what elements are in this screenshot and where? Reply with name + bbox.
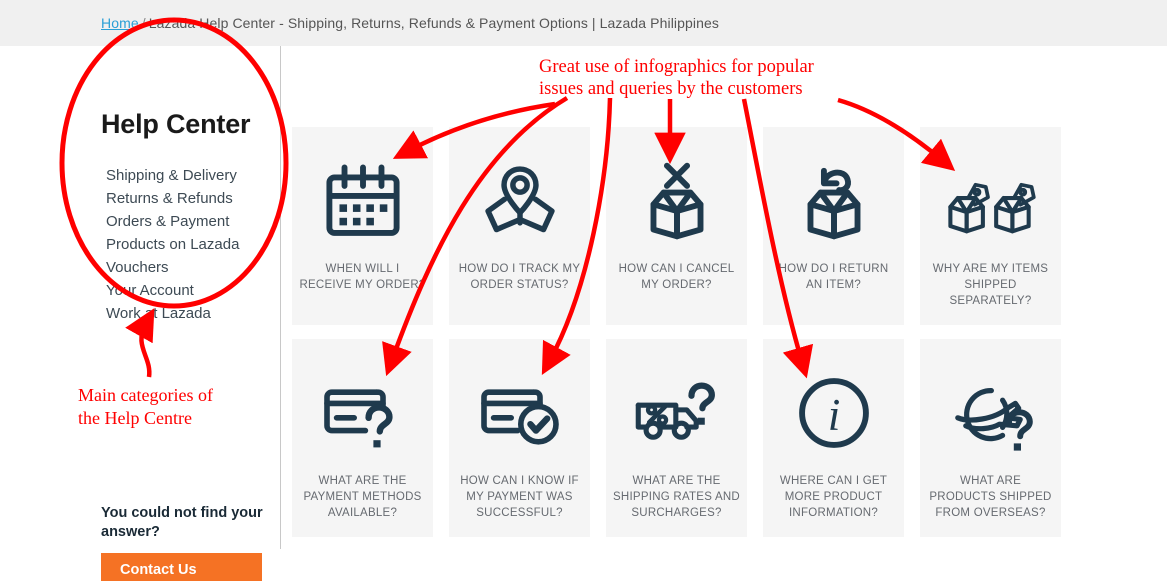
- faq-card-label: WHERE CAN I GET MORE PRODUCT INFORMATION…: [779, 475, 888, 519]
- breadcrumb: Home / Lazada Help Center - Shipping, Retu…: [101, 15, 719, 31]
- box-return-icon: [786, 149, 882, 253]
- card-check-icon: [472, 361, 568, 465]
- faq-card-label: HOW DO I RETURN AN ITEM?: [778, 263, 889, 291]
- faq-card-what-are-products-shipped-from-overseas[interactable]: WHAT ARE PRODUCTS SHIPPED FROM OVERSEAS?: [920, 339, 1061, 537]
- find-answer-heading: You could not find your answer?: [101, 505, 263, 540]
- faq-card-label: HOW CAN I CANCEL MY ORDER?: [618, 263, 735, 291]
- annotation-text-main-categories: Main categories of the Help Centre: [78, 384, 213, 430]
- contact-us-button[interactable]: Contact Us: [101, 553, 262, 581]
- breadcrumb-separator: /: [141, 15, 146, 31]
- sidebar-divider: [280, 46, 281, 549]
- faq-card-label: WHAT ARE PRODUCTS SHIPPED FROM OVERSEAS?: [929, 475, 1052, 519]
- sidebar-item-work-at-lazada[interactable]: Work at Lazada: [106, 302, 286, 325]
- breadcrumb-bar: Home / Lazada Help Center - Shipping, Retu…: [0, 0, 1167, 46]
- breadcrumb-current: Lazada Help Center - Shipping, Returns, …: [148, 15, 719, 31]
- sidebar: Help Center Shipping & Delivery Returns …: [0, 46, 281, 581]
- faq-card-label: WHEN WILL I RECEIVE MY ORDER?: [299, 263, 426, 291]
- two-boxes-tag-icon: [943, 149, 1039, 253]
- faq-card-grid: WHEN WILL I RECEIVE MY ORDER? HOW DO I T…: [292, 127, 1062, 537]
- box-cancel-icon: [629, 149, 725, 253]
- annotation-left-line-2: the Help Centre: [78, 408, 192, 428]
- faq-card-what-are-the-shipping-rates-and-surcharges[interactable]: WHAT ARE THE SHIPPING RATES AND SURCHARG…: [606, 339, 747, 537]
- globe-plane-question-icon: [943, 361, 1039, 465]
- faq-card-label: HOW CAN I KNOW IF MY PAYMENT WAS SUCCESS…: [460, 475, 579, 519]
- calendar-icon: [315, 149, 411, 253]
- card-question-icon: [315, 361, 411, 465]
- faq-card-where-can-i-get-more-product-information[interactable]: i WHERE CAN I GET MORE PRODUCT INFORMATI…: [763, 339, 904, 537]
- info-circle-icon: i: [786, 361, 882, 465]
- svg-text:i: i: [827, 390, 840, 440]
- annotation-top-line-1: Great use of infographics for popular: [539, 57, 814, 77]
- faq-card-how-can-i-cancel-my-order[interactable]: HOW CAN I CANCEL MY ORDER?: [606, 127, 747, 325]
- sidebar-item-orders-payment[interactable]: Orders & Payment: [106, 210, 286, 233]
- faq-card-how-can-i-know-if-my-payment-was-successful[interactable]: HOW CAN I KNOW IF MY PAYMENT WAS SUCCESS…: [449, 339, 590, 537]
- annotation-left-line-1: Main categories of: [78, 385, 213, 405]
- annotation-text-infographics: Great use of infographics for popular is…: [539, 56, 814, 100]
- annotation-top-line-2: issues and queries by the customers: [539, 79, 803, 99]
- sidebar-item-shipping-delivery[interactable]: Shipping & Delivery: [106, 164, 286, 187]
- sidebar-item-vouchers[interactable]: Vouchers: [106, 256, 286, 279]
- faq-card-when-will-i-receive-my-order[interactable]: WHEN WILL I RECEIVE MY ORDER?: [292, 127, 433, 325]
- faq-card-label: WHAT ARE THE SHIPPING RATES AND SURCHARG…: [613, 475, 740, 519]
- faq-card-label: WHY ARE MY ITEMS SHIPPED SEPARATELY?: [932, 263, 1049, 307]
- faq-card-how-do-i-return-an-item[interactable]: HOW DO I RETURN AN ITEM?: [763, 127, 904, 325]
- sidebar-item-returns-refunds[interactable]: Returns & Refunds: [106, 187, 286, 210]
- faq-card-how-do-i-track-my-order-status[interactable]: HOW DO I TRACK MY ORDER STATUS?: [449, 127, 590, 325]
- sidebar-nav: Shipping & Delivery Returns & Refunds Or…: [106, 164, 286, 325]
- faq-card-why-are-my-items-shipped-separately[interactable]: WHY ARE MY ITEMS SHIPPED SEPARATELY?: [920, 127, 1061, 325]
- faq-card-label: WHAT ARE THE PAYMENT METHODS AVAILABLE?: [303, 475, 422, 519]
- map-pin-icon: [472, 149, 568, 253]
- faq-card-what-are-the-payment-methods-available[interactable]: WHAT ARE THE PAYMENT METHODS AVAILABLE?: [292, 339, 433, 537]
- sidebar-item-products-on-lazada[interactable]: Products on Lazada: [106, 233, 286, 256]
- sidebar-item-your-account[interactable]: Your Account: [106, 279, 286, 302]
- breadcrumb-home-link[interactable]: Home: [101, 15, 139, 31]
- faq-card-label: HOW DO I TRACK MY ORDER STATUS?: [458, 263, 581, 291]
- truck-percent-question-icon: [629, 361, 725, 465]
- page-title: Help Center: [101, 109, 251, 139]
- help-center-page: Home / Lazada Help Center - Shipping, Retu…: [0, 0, 1167, 581]
